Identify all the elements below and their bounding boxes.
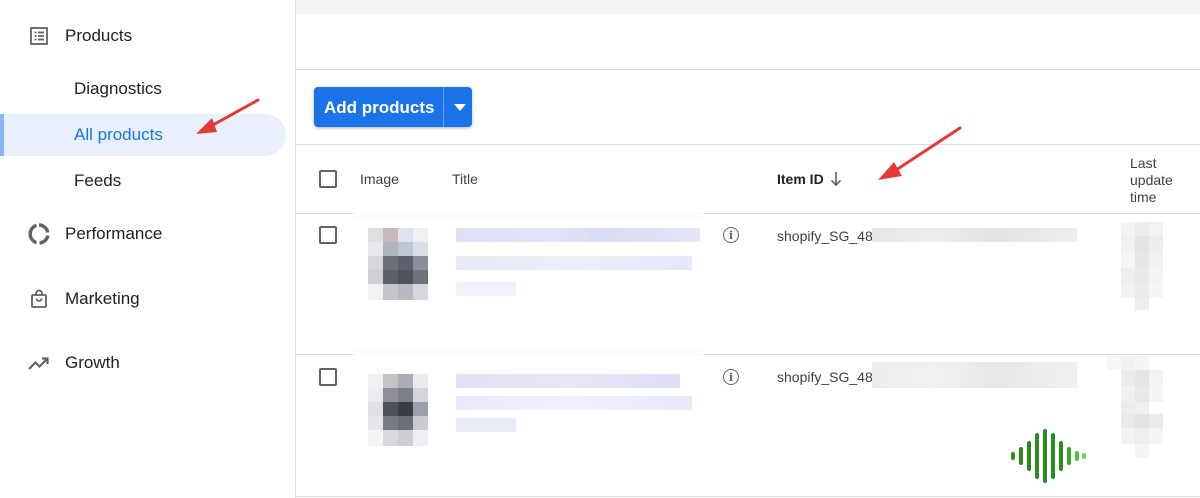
- product-title-line2: [456, 256, 692, 270]
- merchant-center-page: Products Diagnostics All products Feeds …: [0, 0, 1200, 498]
- add-products-label: Add products: [324, 98, 435, 117]
- divider: [296, 496, 1200, 497]
- column-header-item-id[interactable]: Item ID: [777, 171, 824, 187]
- info-icon[interactable]: i: [723, 369, 739, 385]
- trending-up-icon: [28, 352, 50, 374]
- sidebar-item-label: Performance: [65, 224, 163, 243]
- arrow-down-icon[interactable]: [829, 170, 843, 193]
- product-title-line3: [456, 282, 516, 296]
- column-header-image: Image: [360, 171, 399, 187]
- row-shade: [354, 350, 703, 356]
- row-checkbox[interactable]: [319, 368, 337, 386]
- product-thumbnail[interactable]: [368, 374, 428, 446]
- product-title[interactable]: [456, 374, 680, 388]
- select-all-checkbox[interactable]: [319, 170, 337, 188]
- info-icon[interactable]: i: [723, 227, 739, 243]
- donut-chart-icon: [28, 223, 50, 245]
- sidebar-item-label: Products: [65, 26, 133, 45]
- sidebar-item-label: Marketing: [65, 289, 140, 308]
- item-id-redacted: [872, 362, 1077, 388]
- row-shade: [354, 212, 703, 218]
- row-checkbox[interactable]: [319, 226, 337, 244]
- shopping-bag-icon: [28, 288, 50, 310]
- product-thumbnail[interactable]: [368, 228, 428, 300]
- top-band: [296, 0, 1200, 14]
- sound-wave-icon: [1011, 429, 1086, 483]
- divider: [296, 69, 1200, 70]
- split-divider: [443, 87, 444, 127]
- column-header-last-update-time[interactable]: Last update time: [1130, 155, 1190, 206]
- annotation-arrow-icon: [196, 98, 260, 134]
- product-title-line2: [456, 396, 692, 410]
- sidebar-item-label: Growth: [65, 353, 120, 372]
- last-update-redacted: [1121, 222, 1165, 312]
- product-title-line3: [456, 418, 516, 432]
- divider: [296, 144, 1200, 145]
- column-header-title[interactable]: Title: [452, 171, 478, 187]
- sidebar-item-diagnostics[interactable]: Diagnostics: [74, 79, 162, 99]
- item-id-cell: shopify_SG_48: [777, 369, 873, 385]
- sidebar-active-indicator: [0, 114, 4, 156]
- list-icon: [28, 25, 50, 47]
- sidebar-item-feeds[interactable]: Feeds: [74, 171, 121, 191]
- last-update-redacted: [1107, 356, 1165, 462]
- product-title[interactable]: [456, 228, 700, 242]
- add-products-button[interactable]: Add products: [314, 87, 472, 127]
- item-id-cell: shopify_SG_48: [777, 228, 873, 244]
- item-id-redacted: [872, 228, 1077, 242]
- caret-down-icon[interactable]: [454, 104, 466, 111]
- annotation-arrow-icon: [878, 126, 962, 180]
- sidebar-item-all-products[interactable]: All products: [74, 125, 163, 145]
- sidebar: Products Diagnostics All products Feeds …: [0, 0, 296, 498]
